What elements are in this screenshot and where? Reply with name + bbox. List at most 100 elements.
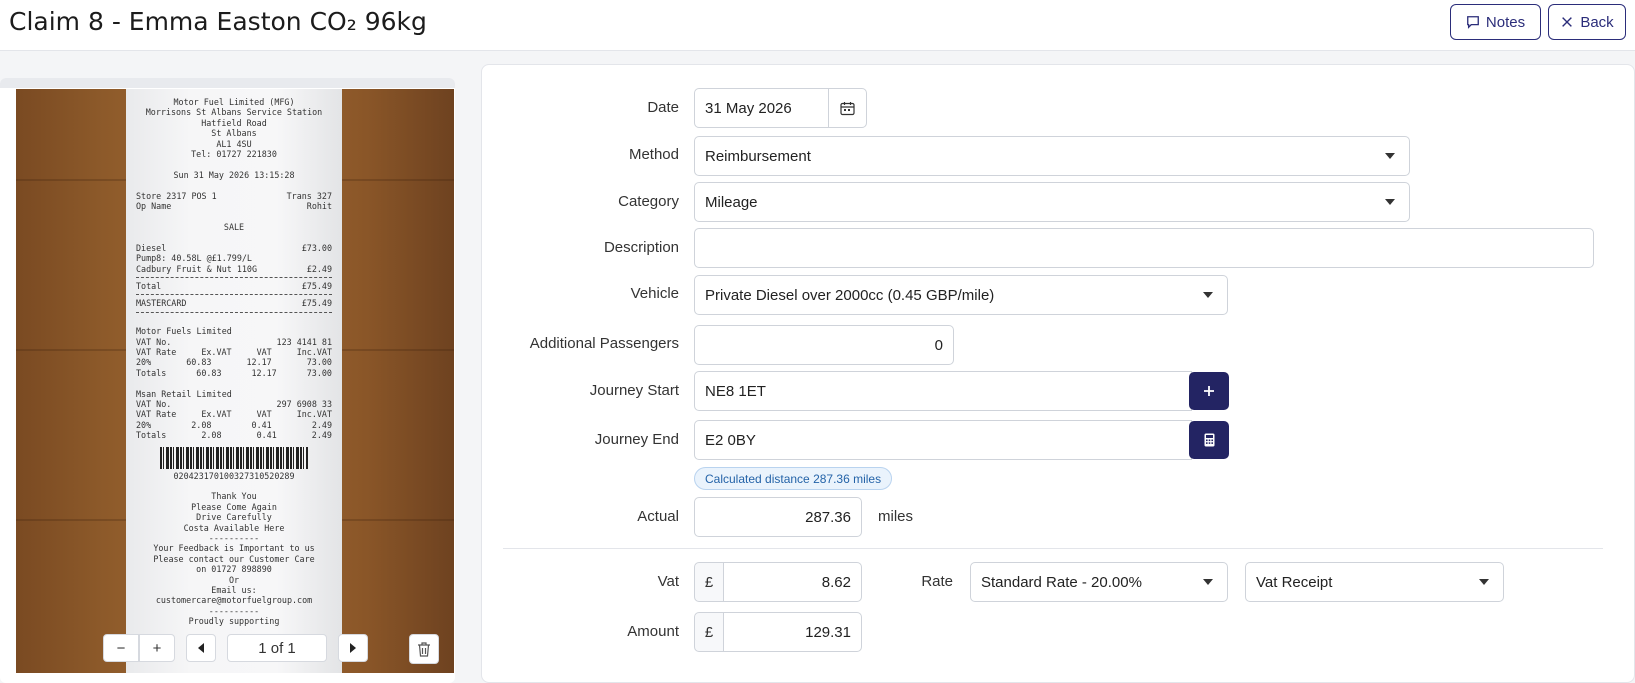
- calculate-distance-button[interactable]: [1189, 421, 1229, 459]
- receipt-footer-line: Drive Carefully: [196, 512, 272, 523]
- receipt-item-row: Diesel £73.00: [136, 242, 332, 253]
- vehicle-select[interactable]: Private Diesel over 2000cc (0.45 GBP/mil…: [694, 275, 1228, 315]
- vat-type-value: Vat Receipt: [1256, 573, 1333, 591]
- calculator-icon: [1204, 433, 1214, 447]
- back-button-label: Back: [1580, 13, 1614, 31]
- passengers-label: Additional Passengers: [529, 335, 679, 352]
- receipt-row: Totals 2.08 0.41 2.49: [136, 430, 332, 441]
- vat-type-select[interactable]: Vat Receipt: [1245, 562, 1504, 602]
- receipt-divider: [136, 311, 332, 313]
- vat-currency: £: [704, 573, 714, 591]
- plus-icon: +: [152, 639, 162, 657]
- calculated-distance-text: Calculated distance 287.36 miles: [705, 471, 882, 486]
- date-picker-button[interactable]: [828, 88, 867, 128]
- receipt-sale-label: SALE: [223, 221, 245, 232]
- prev-page-button[interactable]: [186, 634, 216, 662]
- chevron-down-icon: [1385, 153, 1395, 159]
- chevron-down-icon: [1203, 579, 1213, 585]
- amount-currency: £: [704, 623, 714, 641]
- receipt-store-row: Store 2317 POS 1 Trans 327: [136, 190, 332, 201]
- actual-miles-input[interactable]: 287.36: [694, 497, 862, 537]
- rate-value: Standard Rate - 20.00%: [981, 573, 1142, 591]
- add-stop-button[interactable]: [1189, 372, 1229, 410]
- receipt-footer-line: Proudly supporting: [188, 616, 280, 627]
- receipt-footer-line: Email us: customercare@motorfuelgroup.co…: [155, 585, 313, 606]
- plus-icon: [1204, 386, 1214, 396]
- receipt-row: Totals 60.83 12.17 73.00: [136, 367, 332, 378]
- actual-value: 287.36: [805, 508, 851, 526]
- receipt-line: [136, 211, 332, 221]
- receipt-row: VAT No. 123 4141 81: [136, 336, 332, 347]
- journey-end-value: E2 0BY: [705, 431, 756, 449]
- description-label: Description: [603, 239, 679, 256]
- journey-start-input[interactable]: NE8 1ET: [694, 371, 1192, 411]
- minus-icon: −: [116, 639, 126, 657]
- receipt-divider: [136, 294, 332, 296]
- journey-end-label: Journey End: [594, 431, 679, 448]
- date-input[interactable]: 31 May 2026: [694, 88, 829, 128]
- journey-start-label: Journey Start: [589, 382, 679, 399]
- notes-button[interactable]: Notes: [1450, 4, 1541, 40]
- receipt-row: 20% 2.08 0.41 2.49: [136, 419, 332, 430]
- receipt-footer-line: Your Feedback is Important to us: [153, 543, 315, 554]
- method-label: Method: [628, 146, 679, 163]
- rate-select[interactable]: Standard Rate - 20.00%: [970, 562, 1228, 602]
- receipt-image: Motor Fuel Limited (MFG) Morrisons St Alb…: [16, 89, 454, 673]
- passengers-input[interactable]: 0: [694, 325, 954, 365]
- form-divider: [503, 548, 1603, 549]
- delete-button[interactable]: [409, 634, 439, 664]
- vat-currency-prefix: £: [694, 562, 724, 602]
- receipt-header-line: Tel: 01727 221830: [191, 149, 277, 160]
- receipt-line: [136, 316, 332, 326]
- receipt-footer-line: on 01727 898890: [196, 564, 272, 575]
- panel-top-strip: [0, 78, 455, 88]
- barcode: [160, 446, 308, 469]
- category-value: Mileage: [705, 193, 758, 211]
- receipt-line: [136, 232, 332, 242]
- receipt-row: VAT Rate Ex.VAT VAT Inc.VAT: [136, 409, 332, 420]
- amount-input[interactable]: 129.31: [723, 612, 862, 652]
- vat-label: Vat: [657, 573, 679, 590]
- amount-currency-prefix: £: [694, 612, 724, 652]
- rate-label: Rate: [921, 573, 953, 590]
- journey-start-value: NE8 1ET: [705, 382, 766, 400]
- back-button[interactable]: Back: [1548, 4, 1626, 40]
- receipt-footer-line: Costa Available Here: [183, 522, 285, 533]
- passengers-value: 0: [934, 336, 943, 354]
- receipt-header-line: St Albans: [211, 128, 257, 139]
- receipt-footer-line: Or: [228, 574, 240, 585]
- category-label: Category: [618, 193, 679, 210]
- description-input[interactable]: [694, 228, 1594, 268]
- receipt-footer-line: ----------: [208, 605, 260, 616]
- page-indicator-text: 1 of 1: [258, 639, 296, 657]
- chevron-down-icon: [1479, 579, 1489, 585]
- receipt-line: [136, 180, 332, 190]
- receipt-op-row: Op Name Rohit: [136, 201, 332, 212]
- method-select[interactable]: Reimbursement: [694, 136, 1410, 176]
- amount-label: Amount: [627, 623, 679, 640]
- receipt-footer-line: Thank You: [211, 491, 257, 502]
- receipt-pump-line: Pump8: 40.58L @£1.799/L: [136, 253, 252, 264]
- journey-end-input[interactable]: E2 0BY: [694, 420, 1192, 460]
- close-icon: [1562, 17, 1573, 27]
- date-value: 31 May 2026: [705, 99, 792, 117]
- receipt-company: Motor Fuels Limited: [136, 326, 232, 337]
- vehicle-label: Vehicle: [630, 285, 679, 302]
- method-value: Reimbursement: [705, 147, 811, 165]
- page-title: Claim 8 - Emma Easton CO₂ 96kg: [9, 7, 427, 36]
- receipt-line: [136, 481, 332, 491]
- chevron-down-icon: [1203, 292, 1213, 298]
- zoom-out-button[interactable]: −: [103, 634, 139, 662]
- amount-value: 129.31: [805, 623, 851, 641]
- page-header: Claim 8 - Emma Easton CO₂ 96kg Notes Bac…: [0, 0, 1635, 51]
- receipt-footer-line: Please Come Again: [191, 501, 277, 512]
- chevron-down-icon: [1385, 199, 1395, 205]
- barcode-number: 02042317010032731052028​9: [173, 470, 295, 481]
- category-select[interactable]: Mileage: [694, 182, 1410, 222]
- next-page-button[interactable]: [338, 634, 368, 662]
- caret-left-icon: [198, 643, 204, 653]
- receipt-header-line: Hatfield Road: [201, 117, 267, 128]
- receipt-line: [136, 378, 332, 388]
- calendar-icon: [840, 101, 855, 115]
- zoom-in-button[interactable]: +: [139, 634, 175, 662]
